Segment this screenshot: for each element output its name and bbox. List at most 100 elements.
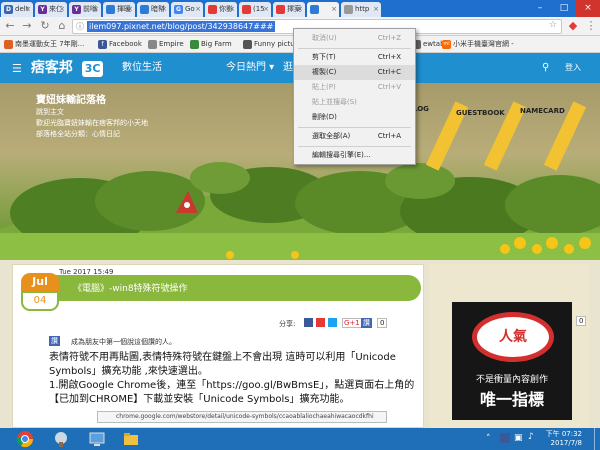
app-icon[interactable] [52, 430, 72, 448]
close-icon[interactable]: × [195, 2, 201, 16]
minimize-button[interactable]: – [528, 0, 552, 17]
star-icon[interactable]: ☆ [549, 20, 557, 30]
url-text-selected[interactable]: ilem097.pixnet.net/blog/post/342938647##… [87, 21, 276, 32]
system-clock[interactable]: 下午 07:32 2017/7/8 [532, 430, 582, 448]
menu-item-paste-and-search[interactable]: 貼上並搜尋(S) [294, 95, 415, 110]
tab-11[interactable]: http × [341, 2, 381, 17]
section-title[interactable]: 數位生活 [122, 61, 162, 75]
tab-active[interactable]: × [307, 2, 339, 17]
computer-icon[interactable] [88, 430, 108, 448]
facebook-share-icon[interactable] [304, 318, 313, 327]
ad-line-2: 唯一指標 [479, 390, 544, 409]
bookmark-empire[interactable]: Empire [148, 39, 184, 50]
menu-item-label: 選取全部(A) [312, 132, 351, 140]
back-arrow-icon[interactable]: ← [3, 19, 17, 33]
fb-like-label: 讚 [51, 337, 58, 345]
folder-icon[interactable] [122, 430, 142, 448]
plurk-share-icon[interactable] [316, 318, 325, 327]
tab-6[interactable]: G Go × [171, 2, 203, 17]
close-icon[interactable]: × [127, 2, 133, 16]
bookmark-1[interactable]: 南墨運動女王 7年剛... [4, 39, 84, 50]
bookmark-newtab[interactable]: ewtab [412, 39, 445, 50]
skip-link[interactable]: 跳到主文 [36, 107, 64, 117]
post-like-button[interactable]: 讚 [361, 318, 372, 328]
post-title[interactable]: 《電腦》-win8特殊符號操作 [73, 281, 188, 294]
login-link[interactable]: 登入 [565, 61, 581, 75]
tab-4[interactable]: 揮暖 × [103, 2, 135, 17]
menu-item-paste[interactable]: 貼上(P) Ctrl+V [294, 80, 415, 95]
close-icon[interactable]: × [161, 2, 167, 16]
brand-channel: 3C [81, 61, 104, 77]
bookmark-label: Facebook [109, 40, 142, 48]
menu-item-cut[interactable]: 剪下(T) Ctrl+X [294, 50, 415, 65]
menu-item-select-all[interactable]: 選取全部(A) Ctrl+A [294, 129, 415, 144]
show-desktop-button[interactable] [594, 428, 600, 450]
tab-7[interactable]: 你影 × [205, 2, 237, 17]
search-icon[interactable]: ⚲ [542, 61, 549, 75]
menu-item-delete[interactable]: 刪除(D) [294, 110, 415, 125]
menu-item-label: 刪除(D) [312, 113, 337, 121]
close-icon[interactable]: × [263, 2, 269, 16]
ad-line-1: 不是衝量內容創作 [475, 375, 548, 385]
blog-title[interactable]: 寶妞妹輸記落格 [36, 91, 106, 106]
menu-item-label: 貼上並搜尋(S) [312, 98, 357, 106]
like-label: 讚 [363, 319, 370, 327]
menu-separator [298, 48, 411, 49]
bookmark-xiaomi[interactable]: mi 小米手機臺灣官網 - [442, 39, 514, 50]
bookmark-label: 小米手機臺灣官網 - [453, 40, 514, 48]
tab-8[interactable]: (15 × [239, 2, 271, 17]
nav-browse[interactable]: 逛 [283, 61, 293, 75]
menu-item-copy[interactable]: 複製(C) Ctrl+C [294, 65, 415, 80]
close-icon[interactable]: × [59, 2, 65, 16]
close-icon[interactable]: × [331, 2, 337, 16]
tray-arrow-icon[interactable]: ˄ [486, 434, 491, 444]
sidebar-ad-banner[interactable]: 人氣 不是衝量內容創作 唯一指標 [452, 302, 572, 420]
post-article: Tue 2017 15:49 Jul 04 《電腦》-win8特殊符號操作 分享… [12, 264, 424, 428]
home-icon[interactable]: ⌂ [55, 19, 69, 33]
fb-like-button[interactable]: 讚 [49, 336, 60, 346]
reload-icon[interactable]: ↻ [38, 19, 52, 33]
tray-app-icon[interactable] [500, 433, 510, 443]
close-icon[interactable]: × [25, 2, 31, 16]
nav-guestbook-link[interactable]: GUESTBOOK [456, 109, 505, 117]
info-icon[interactable]: ⓘ [76, 21, 84, 32]
google-plus-icon[interactable]: G+1 [342, 318, 362, 328]
embedded-screenshot-url: chrome.google.com/webstore/detail/unicod… [97, 411, 387, 423]
tab-title: Go [185, 5, 195, 13]
tab-2[interactable]: Y 來仁 × [35, 2, 67, 17]
menu-item-edit-search-engines[interactable]: 編輯搜尋引擎(E)... [294, 148, 415, 163]
twitter-share-icon[interactable] [328, 318, 337, 327]
close-icon[interactable]: × [229, 2, 235, 16]
close-icon[interactable]: × [93, 2, 99, 16]
blog-category: 部落格全站分類：心情日記 [36, 130, 120, 138]
bookmark-facebook[interactable]: f Facebook [98, 39, 142, 50]
menu-separator [298, 146, 411, 147]
post-day: 04 [21, 291, 59, 311]
menu-item-shortcut: Ctrl+V [377, 83, 401, 91]
tab-3[interactable]: Y 前嗡 × [69, 2, 101, 17]
close-window-button[interactable]: × [576, 0, 600, 17]
nav-trending[interactable]: 今日熱門 ▾ [226, 61, 274, 75]
bookmark-bigfarm[interactable]: Big Farm [190, 39, 232, 50]
network-icon[interactable]: ▣ [514, 433, 523, 443]
tab-1[interactable]: D delt × [1, 2, 33, 17]
menu-item-undo[interactable]: 取消(U) Ctrl+Z [294, 31, 415, 46]
forward-arrow-icon[interactable]: → [20, 19, 34, 33]
menu-item-shortcut: Ctrl+Z [377, 34, 401, 42]
hamburger-icon[interactable]: ☰ [12, 58, 22, 80]
chrome-logo [16, 431, 34, 448]
tab-strip: D delt × Y 來仁 × Y 前嗡 × 揮暖 × 暗幇 × G Go × … [0, 0, 600, 17]
close-icon[interactable]: × [297, 2, 303, 16]
close-icon[interactable]: × [373, 2, 379, 16]
bookmark-favicon [4, 40, 13, 49]
menu-icon[interactable]: ⋮ [584, 19, 598, 33]
tab-9[interactable]: 擇案 × [273, 2, 305, 17]
site-logo[interactable]: ☰ 痞客邦 3C [12, 57, 104, 80]
extension-icon[interactable]: ◆ [566, 19, 580, 33]
chrome-icon[interactable] [16, 430, 36, 448]
app-logo [55, 432, 67, 447]
tab-5[interactable]: 暗幇 × [137, 2, 169, 17]
maximize-button[interactable]: □ [552, 0, 576, 17]
nav-namecard-link[interactable]: NAMECARD [520, 107, 565, 115]
post-paragraph-1: 表情符號不用再貼圖,表情特殊符號在鍵盤上不會出現 這時可以利用「Unicode … [49, 352, 396, 377]
